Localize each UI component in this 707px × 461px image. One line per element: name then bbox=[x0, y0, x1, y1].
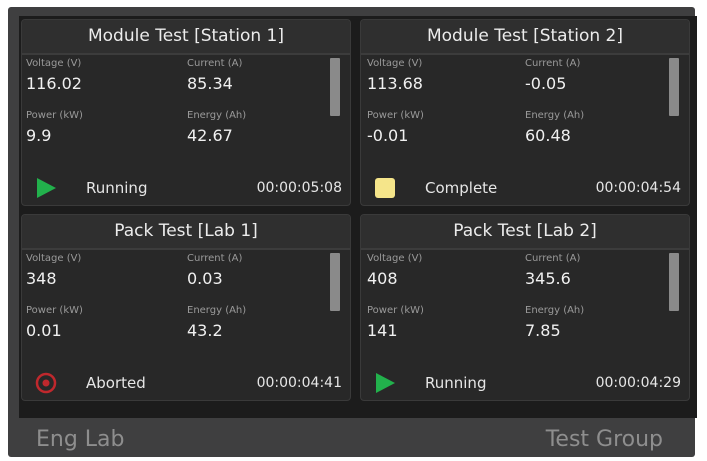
current-metric: Current (A) 345.6 bbox=[525, 253, 580, 289]
card-title: Module Test [Station 1] bbox=[22, 20, 350, 55]
voltage-label: Voltage (V) bbox=[26, 58, 82, 69]
voltage-metric: Voltage (V) 408 bbox=[367, 253, 422, 289]
card-title: Module Test [Station 2] bbox=[361, 20, 689, 55]
scrollbar-thumb[interactable] bbox=[330, 253, 340, 311]
target-icon bbox=[35, 372, 57, 394]
power-label: Power (kW) bbox=[367, 110, 424, 121]
current-metric: Current (A) 85.34 bbox=[187, 58, 242, 94]
current-value: 85.34 bbox=[187, 74, 233, 93]
current-label: Current (A) bbox=[525, 253, 581, 264]
test-card-module-station-1[interactable]: Module Test [Station 1] Voltage (V) 116.… bbox=[21, 19, 351, 206]
voltage-value: 408 bbox=[367, 269, 398, 288]
card-title: Pack Test [Lab 2] bbox=[361, 215, 689, 250]
current-label: Current (A) bbox=[187, 253, 243, 264]
voltage-metric: Voltage (V) 113.68 bbox=[367, 58, 423, 94]
power-metric: Power (kW) 9.9 bbox=[26, 110, 83, 146]
power-value: -0.01 bbox=[367, 126, 409, 145]
play-icon bbox=[37, 178, 56, 198]
energy-value: 42.67 bbox=[187, 126, 233, 145]
status-label: Running bbox=[425, 374, 487, 392]
scrollbar-thumb[interactable] bbox=[669, 253, 679, 311]
power-metric: Power (kW) 0.01 bbox=[26, 305, 83, 341]
test-card-module-station-2[interactable]: Module Test [Station 2] Voltage (V) 113.… bbox=[360, 19, 690, 206]
footer-lab-name: Eng Lab bbox=[36, 427, 125, 452]
dashboard-frame: Module Test [Station 1] Voltage (V) 116.… bbox=[8, 7, 697, 457]
elapsed-timer: 00:00:04:54 bbox=[595, 180, 681, 196]
energy-label: Energy (Ah) bbox=[187, 305, 247, 316]
energy-value: 7.85 bbox=[525, 321, 561, 340]
voltage-metric: Voltage (V) 116.02 bbox=[26, 58, 82, 94]
voltage-value: 348 bbox=[26, 269, 57, 288]
square-icon bbox=[375, 178, 395, 198]
energy-metric: Energy (Ah) 60.48 bbox=[525, 110, 584, 146]
energy-label: Energy (Ah) bbox=[525, 305, 585, 316]
elapsed-timer: 00:00:04:29 bbox=[595, 375, 681, 391]
current-metric: Current (A) -0.05 bbox=[525, 58, 580, 94]
power-metric: Power (kW) -0.01 bbox=[367, 110, 424, 146]
energy-label: Energy (Ah) bbox=[187, 110, 247, 121]
status-label: Aborted bbox=[86, 374, 146, 392]
energy-label: Energy (Ah) bbox=[525, 110, 585, 121]
status-label: Complete bbox=[425, 179, 498, 197]
voltage-label: Voltage (V) bbox=[367, 253, 423, 264]
voltage-label: Voltage (V) bbox=[26, 253, 82, 264]
power-value: 141 bbox=[367, 321, 398, 340]
power-label: Power (kW) bbox=[26, 305, 83, 316]
scrollbar-thumb[interactable] bbox=[330, 58, 340, 116]
power-value: 9.9 bbox=[26, 126, 52, 145]
energy-metric: Energy (Ah) 42.67 bbox=[187, 110, 246, 146]
play-icon bbox=[376, 373, 395, 393]
voltage-metric: Voltage (V) 348 bbox=[26, 253, 81, 289]
voltage-label: Voltage (V) bbox=[367, 58, 423, 69]
elapsed-timer: 00:00:05:08 bbox=[256, 180, 342, 196]
card-title: Pack Test [Lab 1] bbox=[22, 215, 350, 250]
current-label: Current (A) bbox=[525, 58, 581, 69]
current-value: 345.6 bbox=[525, 269, 571, 288]
elapsed-timer: 00:00:04:41 bbox=[256, 375, 342, 391]
test-card-pack-lab-1[interactable]: Pack Test [Lab 1] Voltage (V) 348 Curren… bbox=[21, 214, 351, 401]
test-card-pack-lab-2[interactable]: Pack Test [Lab 2] Voltage (V) 408 Curren… bbox=[360, 214, 690, 401]
current-label: Current (A) bbox=[187, 58, 243, 69]
current-metric: Current (A) 0.03 bbox=[187, 253, 242, 289]
power-label: Power (kW) bbox=[26, 110, 83, 121]
current-value: 0.03 bbox=[187, 269, 223, 288]
energy-metric: Energy (Ah) 7.85 bbox=[525, 305, 584, 341]
current-value: -0.05 bbox=[525, 74, 567, 93]
power-metric: Power (kW) 141 bbox=[367, 305, 424, 341]
scrollbar-thumb[interactable] bbox=[669, 58, 679, 116]
card-grid: Module Test [Station 1] Voltage (V) 116.… bbox=[19, 16, 697, 418]
energy-value: 60.48 bbox=[525, 126, 571, 145]
status-label: Running bbox=[86, 179, 148, 197]
voltage-value: 113.68 bbox=[367, 74, 423, 93]
power-label: Power (kW) bbox=[367, 305, 424, 316]
footer-group-name: Test Group bbox=[545, 427, 663, 452]
energy-value: 43.2 bbox=[187, 321, 223, 340]
voltage-value: 116.02 bbox=[26, 74, 82, 93]
power-value: 0.01 bbox=[26, 321, 62, 340]
energy-metric: Energy (Ah) 43.2 bbox=[187, 305, 246, 341]
